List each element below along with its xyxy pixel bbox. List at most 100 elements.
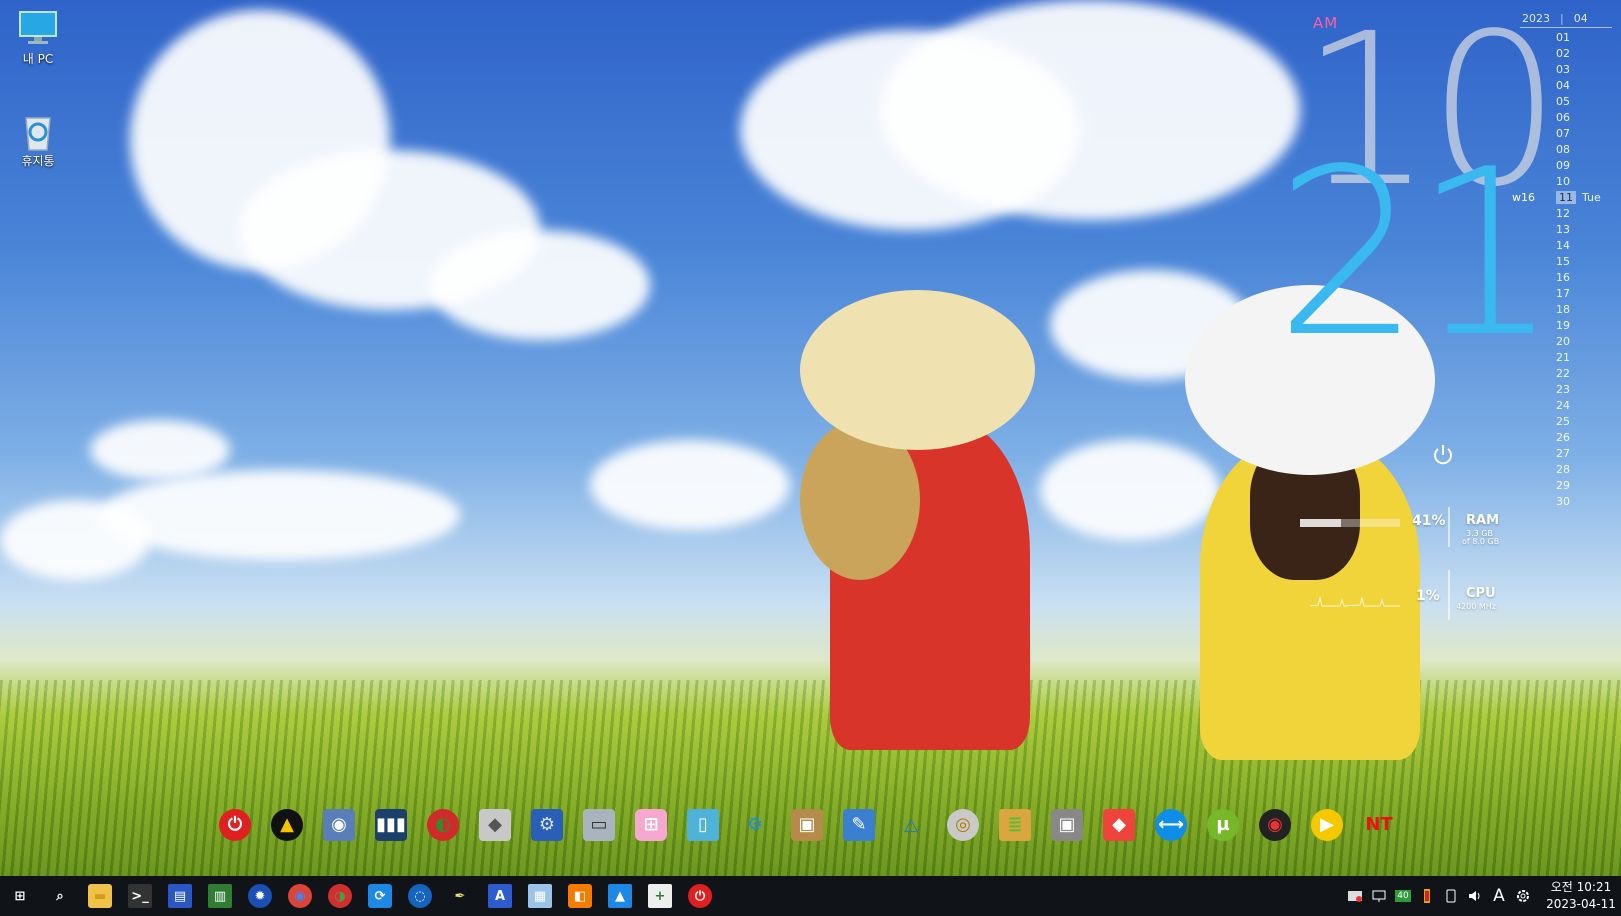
dock-item[interactable]: △ xyxy=(894,808,928,842)
photos-icon[interactable]: ▲ xyxy=(608,884,632,908)
taskbar-item[interactable]: ▲ xyxy=(600,876,640,916)
dock-item[interactable]: ≣ xyxy=(998,808,1032,842)
dock-item[interactable]: ◉ xyxy=(1258,808,1292,842)
usb-drive-icon[interactable]: ◆ xyxy=(479,809,511,841)
dock-item[interactable]: ◉ xyxy=(322,808,356,842)
taskbar-clock[interactable]: 오전 10:21 2023-04-11 xyxy=(1541,879,1621,913)
utorrent-icon[interactable]: µ xyxy=(1207,809,1239,841)
sync-icon[interactable]: ⟳ xyxy=(368,884,392,908)
taskbar-item[interactable]: ▬ xyxy=(80,876,120,916)
hdd-icon[interactable]: ▭ xyxy=(583,809,615,841)
start-icon[interactable]: ⊞ xyxy=(8,884,32,908)
dock-item[interactable]: NT xyxy=(1362,808,1396,842)
volume-icon[interactable] xyxy=(1463,876,1487,916)
save-icon[interactable]: ▤ xyxy=(168,884,192,908)
dock-item[interactable]: µ xyxy=(1206,808,1240,842)
chrome-icon[interactable]: ◉ xyxy=(288,884,312,908)
taskbar-item[interactable]: >_ xyxy=(120,876,160,916)
taskbar-item[interactable]: ⌕ xyxy=(40,876,80,916)
disk-icon[interactable]: ◉ xyxy=(323,809,355,841)
file-explorer-icon[interactable]: ▬ xyxy=(88,884,112,908)
taskbar-apps: ⊞ ⌕ ▬ >_ ▤ ▥ ✹ ◉ ◑ ⟳ ◌ ✒ A ▦ ◧ ▲ + ⏻ xyxy=(0,876,720,916)
terminal-icon[interactable]: >_ xyxy=(128,884,152,908)
battery-badge-icon[interactable]: 40 xyxy=(1391,876,1415,916)
browser-icon[interactable]: ◌ xyxy=(408,884,432,908)
cpu-frequency: 4200 MHz xyxy=(1456,602,1497,611)
desktop-icon-recycle-bin[interactable]: 휴지통 xyxy=(8,112,68,169)
dock-item[interactable]: ⟷ xyxy=(1154,808,1188,842)
dock-item[interactable]: ▶ xyxy=(1310,808,1344,842)
dock-item[interactable]: ▭ xyxy=(582,808,616,842)
feather-icon[interactable]: ✒ xyxy=(448,884,472,908)
dock-item[interactable]: ▣ xyxy=(790,808,824,842)
network-globe-icon[interactable]: ✹ xyxy=(248,884,272,908)
teamviewer-icon[interactable]: ⟷ xyxy=(1155,809,1187,841)
dock-item[interactable]: ◎ xyxy=(946,808,980,842)
taskbar-item[interactable]: ✹ xyxy=(240,876,280,916)
dock-item[interactable]: ◆ xyxy=(478,808,512,842)
archive-icon[interactable]: ▣ xyxy=(791,809,823,841)
calendar-header: 2023 | 04 xyxy=(1520,12,1612,28)
taskbar-item[interactable]: ✒ xyxy=(440,876,480,916)
dock-item[interactable]: ◆ xyxy=(1102,808,1136,842)
disc-icon[interactable]: ◎ xyxy=(947,809,979,841)
memory-card-icon[interactable]: ▥ xyxy=(208,884,232,908)
media-disc-icon[interactable]: ◉ xyxy=(1259,809,1291,841)
dock-item[interactable]: ◐ xyxy=(426,808,460,842)
taskbar-item[interactable]: ◧ xyxy=(560,876,600,916)
taskbar-item[interactable]: ▥ xyxy=(200,876,240,916)
equalizer-icon[interactable]: ▮▮▮ xyxy=(375,809,407,841)
usb-tray-icon[interactable] xyxy=(1415,876,1439,916)
book-stack-icon[interactable]: ≣ xyxy=(999,809,1031,841)
taskbar-item[interactable]: ▤ xyxy=(160,876,200,916)
dock-item[interactable]: ✎ xyxy=(842,808,876,842)
windows-store-icon[interactable]: ⊞ xyxy=(635,809,667,841)
partition-wizard-icon[interactable]: ◑ xyxy=(328,884,352,908)
notepad-icon[interactable]: ▯ xyxy=(687,809,719,841)
font-app-icon[interactable]: A xyxy=(488,884,512,908)
partition-icon[interactable]: ◐ xyxy=(427,809,459,841)
dock-item[interactable]: ▲ xyxy=(270,808,304,842)
eject-icon[interactable] xyxy=(1439,876,1463,916)
camera-icon[interactable]: ▣ xyxy=(1051,809,1083,841)
dock-item[interactable]: ⚙ xyxy=(530,808,564,842)
taskbar-item[interactable]: ▦ xyxy=(520,876,560,916)
taskbar-item[interactable]: A xyxy=(480,876,520,916)
taskbar-item[interactable]: ⟳ xyxy=(360,876,400,916)
dock-item[interactable]: ⚙ xyxy=(738,808,772,842)
office-icon[interactable]: ◧ xyxy=(568,884,592,908)
settings-gear-icon[interactable] xyxy=(1511,876,1535,916)
triangle-app-icon[interactable]: △ xyxy=(895,809,927,841)
power-icon[interactable]: ⏻ xyxy=(219,809,251,841)
desktop-icon-my-pc[interactable]: 내 PC xyxy=(8,10,68,67)
network-tray-icon[interactable] xyxy=(1367,876,1391,916)
shutdown-icon[interactable]: ⏻ xyxy=(688,884,712,908)
dock-item[interactable]: ▮▮▮ xyxy=(374,808,408,842)
taskbar-item[interactable]: ◌ xyxy=(400,876,440,916)
nt-password-icon[interactable]: NT xyxy=(1363,809,1395,841)
dock-item[interactable]: ▣ xyxy=(1050,808,1084,842)
dock-item[interactable]: ▯ xyxy=(686,808,720,842)
tools-icon[interactable]: ✎ xyxy=(843,809,875,841)
power-icon[interactable] xyxy=(1430,442,1456,468)
taskbar-item[interactable]: ◑ xyxy=(320,876,360,916)
search-icon[interactable]: ⌕ xyxy=(48,884,72,908)
calendar-strip: 2023 | 04 01 02 03 04 05 06 07 08 09 10 w16 11 Tue 12… xyxy=(1512,12,1612,510)
play-icon[interactable]: ▶ xyxy=(1311,809,1343,841)
taskbar-item[interactable]: + xyxy=(640,876,680,916)
dock-item[interactable]: ⏻ xyxy=(218,808,252,842)
anydesk-icon[interactable]: ◆ xyxy=(1103,809,1135,841)
aimp-icon[interactable]: ▲ xyxy=(271,809,303,841)
warning-icon[interactable] xyxy=(1343,876,1367,916)
taskbar-item[interactable]: ⏻ xyxy=(680,876,720,916)
calendar-days: 01 02 03 04 05 06 07 08 09 10 w16 11 Tue 12 13 14 15 16 17… xyxy=(1512,28,1612,510)
registry-icon[interactable]: ▦ xyxy=(528,884,552,908)
network-settings-icon[interactable]: ⚙ xyxy=(531,809,563,841)
dock-item[interactable]: ⊞ xyxy=(634,808,668,842)
gears-icon[interactable]: ⚙ xyxy=(739,809,771,841)
taskbar-item[interactable]: ⊞ xyxy=(0,876,40,916)
ime-icon[interactable]: A xyxy=(1487,876,1511,916)
taskbar-item[interactable]: ◉ xyxy=(280,876,320,916)
install-icon[interactable]: + xyxy=(648,884,672,908)
cpu-meter: 1% CPU 4200 MHz xyxy=(1300,570,1500,630)
